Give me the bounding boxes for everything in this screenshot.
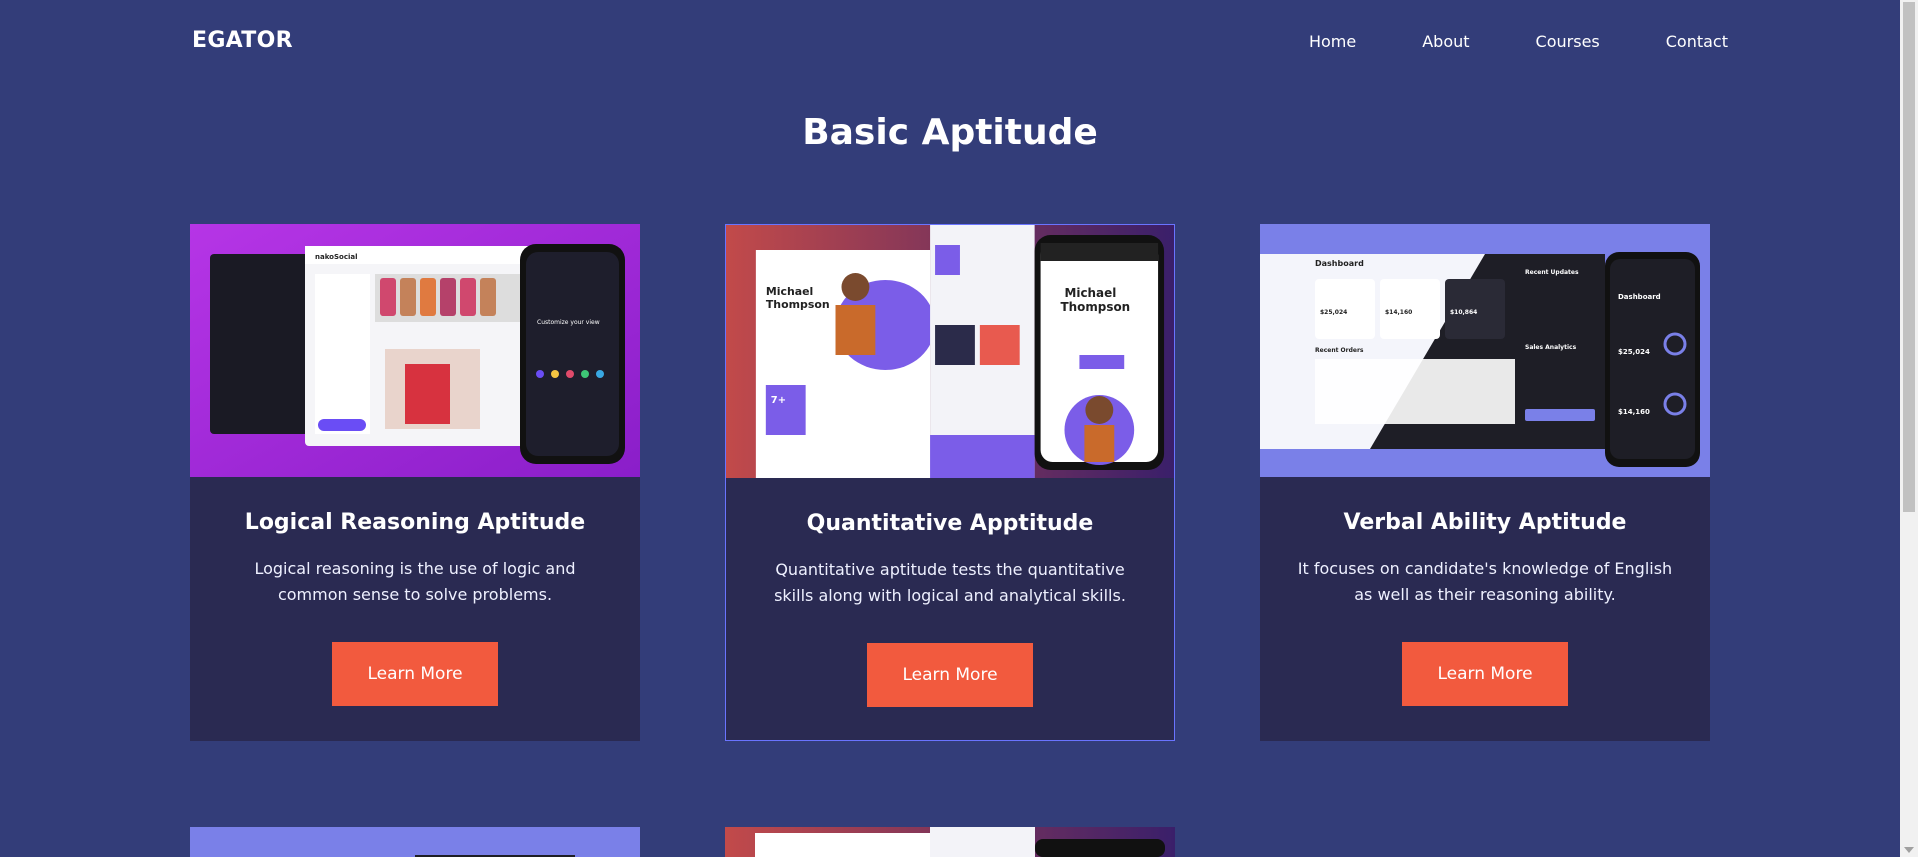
scroll-down-arrow-icon[interactable] bbox=[1904, 847, 1914, 853]
course-description: It focuses on candidate's knowledge of E… bbox=[1297, 559, 1673, 604]
mock-stat: 7+ bbox=[771, 395, 786, 406]
mock-recent-orders: Recent Orders bbox=[1315, 347, 1364, 354]
course-card-verbal: Dashboard $25,024 $14,160 $10,864 Recent… bbox=[1260, 224, 1710, 741]
course-title: Verbal Ability Aptitude bbox=[1343, 510, 1627, 535]
mock-total-income: $10,864 bbox=[1450, 309, 1477, 316]
page-scrollbar[interactable] bbox=[1900, 0, 1918, 857]
mock-dashboard-heading: Dashboard bbox=[1315, 259, 1364, 268]
mock-phone-sales: $25,024 bbox=[1618, 348, 1650, 356]
learn-more-button[interactable]: Learn More bbox=[332, 642, 498, 706]
course-image-verbal: Dashboard $25,024 $14,160 $10,864 Recent… bbox=[1260, 224, 1710, 477]
mock-total-sales: $25,024 bbox=[1320, 309, 1347, 316]
nav-link-about[interactable]: About bbox=[1422, 32, 1469, 51]
course-card-peek-2 bbox=[725, 827, 1175, 857]
mock-phone-name-first: Michael bbox=[1064, 286, 1116, 300]
mock-phone-heading: Customize your view bbox=[537, 319, 600, 326]
nav-link-contact[interactable]: Contact bbox=[1666, 32, 1728, 51]
page: EGATOR Home About Courses Contact Basic … bbox=[0, 0, 1900, 857]
course-title: Logical Reasoning Aptitude bbox=[244, 510, 586, 535]
course-card-logical: nakoSocial Customize your view Logical R… bbox=[190, 224, 640, 741]
course-image-quantitative: Michael Thompson 7+ Michael Thompson bbox=[726, 225, 1174, 478]
mock-phone-name-last: Thompson bbox=[1061, 300, 1131, 314]
mock-phone-dashboard: Dashboard bbox=[1618, 293, 1661, 301]
mock-name-last: Thompson bbox=[766, 298, 830, 311]
mock-name-first: Michael bbox=[766, 285, 813, 298]
learn-more-button[interactable]: Learn More bbox=[1402, 642, 1568, 706]
mock-app-name: nakoSocial bbox=[315, 253, 358, 261]
mock-recent-updates: Recent Updates bbox=[1525, 269, 1579, 276]
nav-link-courses[interactable]: Courses bbox=[1536, 32, 1600, 51]
mock-sales-analytics: Sales Analytics bbox=[1525, 344, 1577, 351]
course-description: Quantitative aptitude tests the quantita… bbox=[774, 560, 1126, 605]
course-title: Quantitative Apptitude bbox=[806, 511, 1094, 536]
course-image-logical: nakoSocial Customize your view bbox=[190, 224, 640, 477]
scrollbar-thumb[interactable] bbox=[1903, 2, 1915, 512]
mock-total-expenses: $14,160 bbox=[1385, 309, 1412, 316]
mock-phone-expenses: $14,160 bbox=[1618, 408, 1650, 416]
nav-link-home[interactable]: Home bbox=[1309, 32, 1356, 51]
course-card-peek-1 bbox=[190, 827, 640, 857]
course-card-quantitative: Michael Thompson 7+ Michael Thompson Qua… bbox=[725, 224, 1175, 741]
section-title: Basic Aptitude bbox=[802, 112, 1098, 153]
main-nav: Home About Courses Contact bbox=[1309, 32, 1728, 51]
course-description: Logical reasoning is the use of logic an… bbox=[254, 559, 576, 604]
learn-more-button[interactable]: Learn More bbox=[867, 643, 1033, 707]
site-logo[interactable]: EGATOR bbox=[192, 28, 293, 53]
